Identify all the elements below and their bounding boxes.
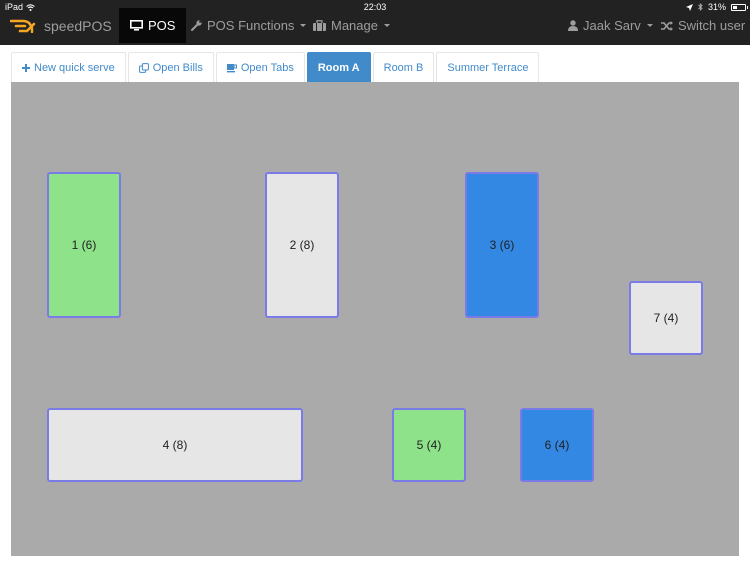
table-1[interactable]: 1 (6) [47, 172, 121, 318]
brand-logo-link[interactable]: speedPOS [10, 14, 112, 38]
switch-user-label: Switch user [678, 18, 746, 33]
switch-user-button[interactable]: Switch user [661, 8, 745, 43]
nav-pos-label: POS [148, 18, 176, 33]
user-icon [568, 20, 578, 31]
nav-manage-label: Manage [331, 18, 378, 33]
tab-label: Summer Terrace [447, 61, 529, 74]
table-5[interactable]: 5 (4) [392, 408, 466, 482]
tab-open-bills[interactable]: Open Bills [127, 52, 214, 82]
room-tabs: New quick serve Open Bills Open Tabs Roo… [11, 52, 541, 82]
nav-pos-functions-label: POS Functions [207, 18, 295, 33]
floor-plan: 1 (6) 2 (8) 3 (6) 7 (4) 4 (8) 5 (4) 6 (4… [11, 82, 739, 556]
tab-label: Open Bills [152, 61, 203, 74]
brand-name: speedPOS [44, 18, 112, 34]
wrench-icon [191, 20, 202, 31]
tab-new-quick-serve[interactable]: New quick serve [11, 52, 126, 82]
user-menu[interactable]: Jaak Sarv [568, 8, 653, 43]
briefcase-icon [313, 20, 326, 31]
table-label: 4 (8) [162, 438, 188, 452]
table-7[interactable]: 7 (4) [629, 281, 703, 355]
top-navbar: iPad 22:03 31% speedPOS POS POS Function… [0, 0, 750, 45]
table-4[interactable]: 4 (8) [47, 408, 303, 482]
table-label: 3 (6) [489, 238, 515, 252]
tab-label: Open Tabs [240, 61, 294, 74]
table-6[interactable]: 6 (4) [520, 408, 594, 482]
caret-down-icon [383, 24, 390, 27]
user-name: Jaak Sarv [583, 18, 641, 33]
tab-room-b[interactable]: Room B [372, 52, 435, 82]
table-label: 5 (4) [416, 438, 442, 452]
plus-icon [22, 63, 30, 72]
tab-label: Room B [383, 61, 424, 74]
table-label: 6 (4) [544, 438, 570, 452]
table-label: 2 (8) [289, 238, 315, 252]
table-label: 1 (6) [71, 238, 97, 252]
table-label: 7 (4) [653, 311, 679, 325]
tab-label: Room A [317, 61, 360, 74]
desktop-icon [130, 20, 143, 31]
caret-down-icon [300, 24, 307, 27]
tab-summer-terrace[interactable]: Summer Terrace [436, 52, 540, 82]
tab-label: New quick serve [34, 61, 115, 74]
tab-open-tabs[interactable]: Open Tabs [215, 52, 305, 82]
table-2[interactable]: 2 (8) [265, 172, 339, 318]
nav-pos-functions[interactable]: POS Functions [191, 8, 307, 43]
shuffle-icon [661, 20, 673, 31]
tab-room-a[interactable]: Room A [306, 52, 371, 82]
nav-pos[interactable]: POS [119, 8, 187, 43]
speedpos-logo-icon [10, 19, 36, 33]
table-3[interactable]: 3 (6) [465, 172, 539, 318]
caret-down-icon [646, 24, 653, 27]
copy-icon [138, 62, 149, 73]
nav-manage[interactable]: Manage [313, 8, 390, 43]
coffee-icon [226, 63, 237, 72]
